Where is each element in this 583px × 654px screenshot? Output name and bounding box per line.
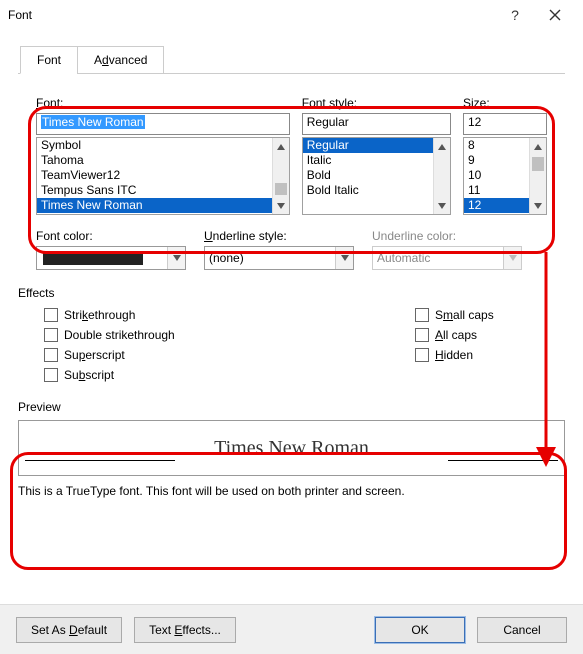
fontstyle-section: Font style: Regular Regular Italic Bold … xyxy=(302,96,451,215)
dialog-content: Font Advanced Font: Times New Roman Symb… xyxy=(0,30,583,504)
preview-label: Preview xyxy=(18,400,565,414)
close-icon[interactable] xyxy=(535,0,575,30)
scroll-down-icon[interactable] xyxy=(273,197,289,214)
list-item[interactable]: 11 xyxy=(464,183,529,198)
fontstyle-label: Font style: xyxy=(302,96,451,110)
list-item[interactable]: 8 xyxy=(464,138,529,153)
chevron-down-icon xyxy=(503,247,521,269)
text-effects-button[interactable]: Text Effects... xyxy=(134,617,236,643)
size-listbox[interactable]: 8 9 10 11 12 xyxy=(463,137,547,215)
size-section: Size: 12 8 9 10 11 12 xyxy=(463,96,547,215)
fontcolor-combo[interactable] xyxy=(36,246,186,270)
scroll-up-icon[interactable] xyxy=(273,138,289,155)
fontcolor-label: Font color: xyxy=(36,229,186,243)
scrollbar[interactable] xyxy=(272,138,289,214)
list-item[interactable]: Times New Roman xyxy=(37,198,272,213)
size-input[interactable]: 12 xyxy=(463,113,547,135)
chevron-down-icon[interactable] xyxy=(335,247,353,269)
list-item[interactable]: Italic xyxy=(303,153,433,168)
cancel-button[interactable]: Cancel xyxy=(477,617,567,643)
checkbox-hidden[interactable]: Hidden xyxy=(415,348,565,362)
underlinecolor-combo: Automatic xyxy=(372,246,522,270)
scroll-down-icon[interactable] xyxy=(530,197,546,214)
tabstrip: Font Advanced xyxy=(20,46,565,74)
tab-advanced[interactable]: Advanced xyxy=(77,46,164,74)
effects-label: Effects xyxy=(18,286,565,300)
list-item[interactable]: Regular xyxy=(303,138,433,153)
button-bar: Set As Default Text Effects... OK Cancel xyxy=(0,604,583,654)
underlinestyle-label: Underline style: xyxy=(204,229,354,243)
preview-line xyxy=(25,460,175,461)
checkbox-allcaps[interactable]: All caps xyxy=(415,328,565,342)
effects-section: Effects Strikethrough Double strikethrou… xyxy=(18,286,565,382)
list-item[interactable]: Tempus Sans ITC xyxy=(37,183,272,198)
fontstyle-listbox[interactable]: Regular Italic Bold Bold Italic xyxy=(302,137,451,215)
color-swatch xyxy=(43,251,143,265)
checkbox-smallcaps[interactable]: Small caps xyxy=(415,308,565,322)
preview-text: Times New Roman xyxy=(214,437,369,460)
underlinestyle-section: Underline style: (none) xyxy=(204,229,354,270)
list-item[interactable]: Bold Italic xyxy=(303,183,433,198)
list-item[interactable]: TeamViewer12 xyxy=(37,168,272,183)
fontstyle-input[interactable]: Regular xyxy=(302,113,451,135)
underlinecolor-section: Underline color: Automatic xyxy=(372,229,522,270)
underlinestyle-combo[interactable]: (none) xyxy=(204,246,354,270)
checkbox-superscript[interactable]: Superscript xyxy=(44,348,415,362)
checkbox-double-strikethrough[interactable]: Double strikethrough xyxy=(44,328,415,342)
scroll-up-icon[interactable] xyxy=(434,138,450,155)
preview-section: Preview Times New Roman This is a TrueTy… xyxy=(18,400,565,498)
help-icon[interactable]: ? xyxy=(495,0,535,30)
preview-info: This is a TrueType font. This font will … xyxy=(18,484,565,498)
font-section: Font: Times New Roman Symbol Tahoma Team… xyxy=(36,96,290,215)
scrollbar[interactable] xyxy=(433,138,450,214)
titlebar: Font ? xyxy=(0,0,583,30)
list-item[interactable]: 9 xyxy=(464,153,529,168)
font-input[interactable]: Times New Roman xyxy=(36,113,290,135)
checkbox-strikethrough[interactable]: Strikethrough xyxy=(44,308,415,322)
ok-button[interactable]: OK xyxy=(375,617,465,643)
tab-font[interactable]: Font xyxy=(20,46,78,74)
list-item[interactable]: Bold xyxy=(303,168,433,183)
scroll-down-icon[interactable] xyxy=(434,197,450,214)
font-listbox[interactable]: Symbol Tahoma TeamViewer12 Tempus Sans I… xyxy=(36,137,290,215)
font-label: Font: xyxy=(36,96,290,110)
chevron-down-icon[interactable] xyxy=(167,247,185,269)
size-label: Size: xyxy=(463,96,547,110)
set-as-default-button[interactable]: Set As Default xyxy=(16,617,122,643)
scrollbar[interactable] xyxy=(529,138,546,214)
preview-line xyxy=(448,460,558,461)
list-item[interactable]: 12 xyxy=(464,198,529,213)
window-title: Font xyxy=(8,8,495,22)
preview-box: Times New Roman xyxy=(18,420,565,476)
scroll-up-icon[interactable] xyxy=(530,138,546,155)
list-item[interactable]: 10 xyxy=(464,168,529,183)
list-item[interactable]: Tahoma xyxy=(37,153,272,168)
fontcolor-section: Font color: xyxy=(36,229,186,270)
list-item[interactable]: Symbol xyxy=(37,138,272,153)
underlinecolor-label: Underline color: xyxy=(372,229,522,243)
tab-body: Font: Times New Roman Symbol Tahoma Team… xyxy=(18,96,565,498)
checkbox-subscript[interactable]: Subscript xyxy=(44,368,415,382)
